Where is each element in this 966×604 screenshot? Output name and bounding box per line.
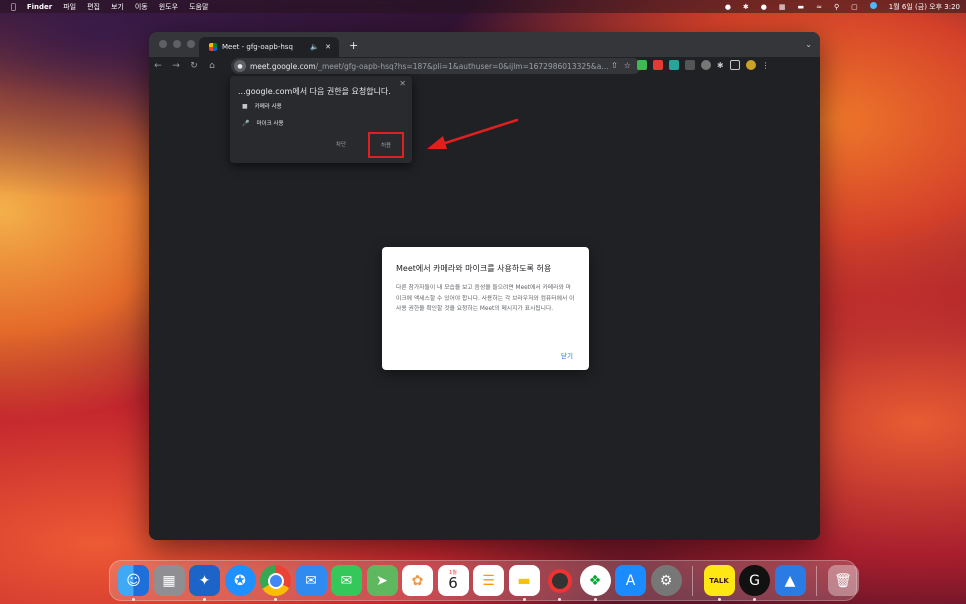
zoom-window-button[interactable] (187, 40, 195, 48)
meet-favicon-icon (209, 43, 217, 51)
dock-separator (692, 565, 693, 596)
url-path: /_meet/gfg-oapb-hsq?hs=187&pli=1&authuse… (315, 61, 609, 71)
mic-permission-row: 🎤 마이크 사용 (242, 119, 284, 128)
extension-shield-icon[interactable] (636, 60, 647, 70)
calendar-day: 6 (448, 574, 458, 592)
speaker-icon[interactable]: 🔈 (310, 43, 319, 51)
launchpad-icon[interactable]: ▦ (153, 565, 185, 596)
menu-window[interactable]: 윈도우 (159, 2, 178, 12)
battery-icon[interactable]: ▬ (798, 3, 805, 11)
kakaotalk-label: TALK (709, 576, 729, 585)
menu-file[interactable]: 파일 (63, 2, 76, 12)
address-bar[interactable]: ● meet.google.com/_meet/gfg-oapb-hsq?hs=… (231, 58, 641, 74)
dialog-body: 다른 참가자들이 내 모습을 보고 음성을 들으려면 Meet에서 카메라와 마… (396, 285, 575, 312)
search-icon[interactable]: ⚲ (834, 3, 839, 11)
allow-button[interactable]: 허용 (368, 132, 404, 158)
browser-toolbar: ← → ↻ ⌂ ● meet.google.com/_meet/gfg-oapb… (149, 57, 820, 75)
siri-icon[interactable] (869, 2, 877, 11)
menu-help[interactable]: 도움말 (189, 2, 208, 12)
tab-search-chevron-icon[interactable]: ⌄ (805, 40, 812, 49)
clock[interactable]: 1월 6일 (금) 오후 3:20 (889, 2, 960, 12)
profile-avatar[interactable] (745, 60, 756, 70)
camera-label: 카메라 사용 (254, 104, 282, 110)
app-store-icon[interactable]: A (615, 565, 646, 596)
extension-circle-icon[interactable] (700, 60, 711, 70)
share-icon[interactable]: ⇧ (611, 61, 618, 70)
control-center-icon[interactable]: ▢ (851, 3, 858, 11)
window-controls (159, 40, 195, 48)
extension-gray-icon[interactable] (684, 60, 695, 70)
extension-teal-icon[interactable] (668, 60, 679, 70)
minimize-window-button[interactable] (173, 40, 181, 48)
status-icon-b[interactable]: ● (761, 3, 767, 11)
address-url: meet.google.com/_meet/gfg-oapb-hsq?hs=18… (250, 62, 609, 71)
apple-icon[interactable]:  (11, 2, 16, 11)
bookmark-star-icon[interactable]: ☆ (624, 61, 631, 70)
close-window-button[interactable] (159, 40, 167, 48)
mic-label: 마이크 사용 (256, 121, 284, 127)
permission-popup: ...google.com에서 다음 권한을 요청합니다. ✕ ■ 카메라 사용… (230, 76, 412, 163)
tab-title: Meet - gfg-oapb-hsq (222, 43, 293, 51)
mail-icon[interactable]: ✉ (295, 565, 327, 596)
dialog-title: Meet에서 카메라와 마이크를 사용하도록 허용 (396, 264, 552, 273)
allow-label: 허용 (380, 143, 392, 149)
reminders-icon[interactable]: ☰ (473, 565, 504, 596)
toolbar-icons: ⇧ ☆ ✱ ⋮ (611, 60, 770, 70)
finder-icon[interactable]: ☺ (118, 565, 149, 601)
messages-icon[interactable]: ✉ (331, 565, 362, 596)
nordvpn-icon[interactable]: ▲ (774, 565, 806, 596)
block-button[interactable]: 차단 (336, 140, 346, 148)
red-arrow-annotation (427, 118, 519, 149)
bluetooth-icon[interactable]: ✱ (743, 3, 749, 11)
maps-icon[interactable]: ➤ (366, 565, 398, 596)
microphone-icon: 🎤 (242, 119, 250, 127)
dock: ☺ ▦ ✦ ✪ ✉ ✉ ➤ ✿ 1월 6 ☰ ▬ ❖ A ⚙ TALK G ▲ … (109, 560, 859, 601)
tab-meet[interactable]: Meet - gfg-oapb-hsq 🔈 ✕ (199, 37, 339, 57)
back-icon[interactable]: ← (149, 61, 167, 71)
trash-icon[interactable]: 🗑 (827, 565, 859, 596)
system-settings-icon[interactable]: ⚙ (650, 565, 682, 596)
camera-icon: ■ (242, 102, 248, 110)
wifi-icon[interactable]: ≈ (816, 3, 822, 11)
camera-permission-row: ■ 카메라 사용 (242, 102, 282, 111)
url-domain: meet.google.com (250, 61, 316, 71)
extensions-puzzle-icon[interactable]: ✱ (717, 61, 724, 70)
meet-permission-dialog: Meet에서 카메라와 마이크를 사용하도록 허용 다른 참가자들이 내 모습을… (382, 247, 589, 370)
lock-icon[interactable]: ● (234, 60, 246, 72)
dialog-close-button[interactable]: 닫기 (561, 350, 573, 360)
close-tab-icon[interactable]: ✕ (325, 43, 331, 51)
menu-edit[interactable]: 편집 (87, 2, 100, 12)
menu-go[interactable]: 이동 (135, 2, 148, 12)
capture-app-icon[interactable] (544, 565, 575, 601)
menu-view[interactable]: 보기 (111, 2, 124, 12)
bird-app-icon[interactable]: ✦ (189, 565, 220, 601)
forward-icon[interactable]: → (167, 61, 185, 71)
chrome-icon[interactable] (260, 565, 291, 601)
notes-icon[interactable]: ▬ (508, 565, 540, 601)
dock-separator-2 (816, 565, 817, 596)
permission-title: ...google.com에서 다음 권한을 요청합니다. (238, 87, 391, 96)
tab-strip: Meet - gfg-oapb-hsq 🔈 ✕ + ⌄ (149, 32, 820, 57)
evernote-icon[interactable]: ❖ (579, 565, 611, 601)
photos-icon[interactable]: ✿ (402, 565, 433, 596)
logitech-icon[interactable]: G (739, 565, 770, 601)
reload-icon[interactable]: ↻ (185, 61, 203, 71)
status-icon-a[interactable]: ● (725, 3, 731, 11)
app-menu-finder[interactable]: Finder (27, 3, 52, 11)
close-icon[interactable]: ✕ (399, 79, 406, 88)
calendar-icon[interactable]: 1월 6 (437, 565, 469, 596)
extension-red-icon[interactable] (652, 60, 663, 70)
side-panel-icon[interactable] (729, 60, 740, 70)
more-menu-icon[interactable]: ⋮ (762, 61, 770, 70)
menu-bar:  Finder 파일 편집 보기 이동 윈도우 도움말 ● ✱ ● ▦ ▬ ≈… (0, 0, 966, 13)
safari-icon[interactable]: ✪ (224, 565, 256, 596)
kakaotalk-icon[interactable]: TALK (703, 565, 735, 601)
home-icon[interactable]: ⌂ (203, 61, 221, 71)
new-tab-button[interactable]: + (349, 39, 358, 52)
status-icon-c[interactable]: ▦ (779, 3, 786, 11)
